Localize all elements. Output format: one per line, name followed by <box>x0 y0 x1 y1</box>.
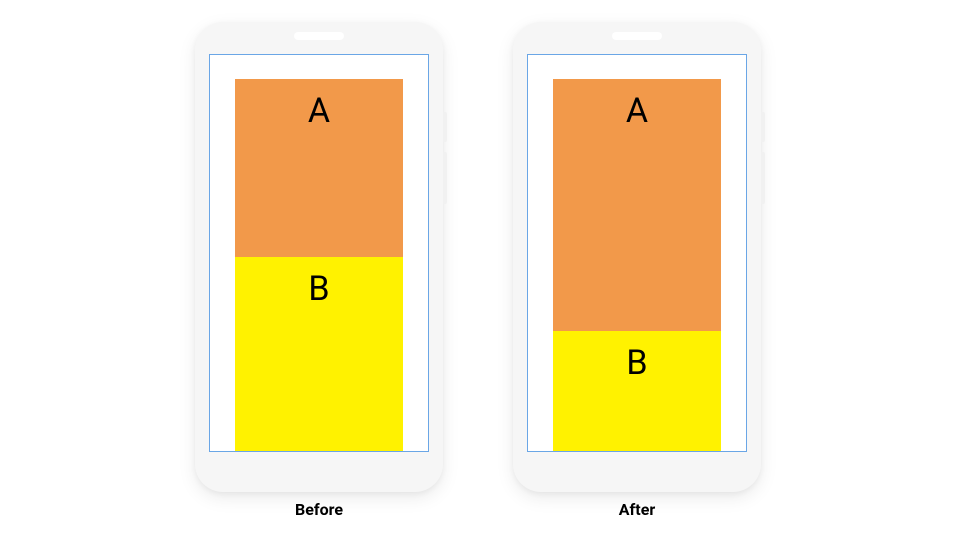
block-a: A <box>553 79 721 332</box>
phone-after-wrapper: A B After <box>513 22 761 519</box>
phone-power-button-icon <box>761 112 765 142</box>
block-b-label: B <box>308 269 329 450</box>
caption-after: After <box>619 500 655 519</box>
block-b: B <box>235 257 403 450</box>
caption-before: Before <box>295 500 343 519</box>
layout-content-before: A B <box>235 79 403 451</box>
phone-volume-button-icon <box>761 152 765 204</box>
block-b-label: B <box>626 343 647 450</box>
block-a-label: A <box>626 91 648 332</box>
block-b: B <box>553 331 721 450</box>
block-a: A <box>235 79 403 258</box>
phone-power-button-icon <box>443 112 447 142</box>
phone-volume-button-icon <box>443 152 447 204</box>
phone-notch <box>294 32 344 40</box>
phone-notch <box>612 32 662 40</box>
phone-before-wrapper: A B Before <box>195 22 443 519</box>
phone-screen: A B <box>209 54 429 452</box>
phone-side-buttons <box>443 112 447 214</box>
phone-frame-before: A B <box>195 22 443 492</box>
phone-side-buttons <box>761 112 765 214</box>
block-a-label: A <box>308 91 330 258</box>
phone-frame-after: A B <box>513 22 761 492</box>
phone-screen: A B <box>527 54 747 452</box>
layout-content-after: A B <box>553 79 721 451</box>
